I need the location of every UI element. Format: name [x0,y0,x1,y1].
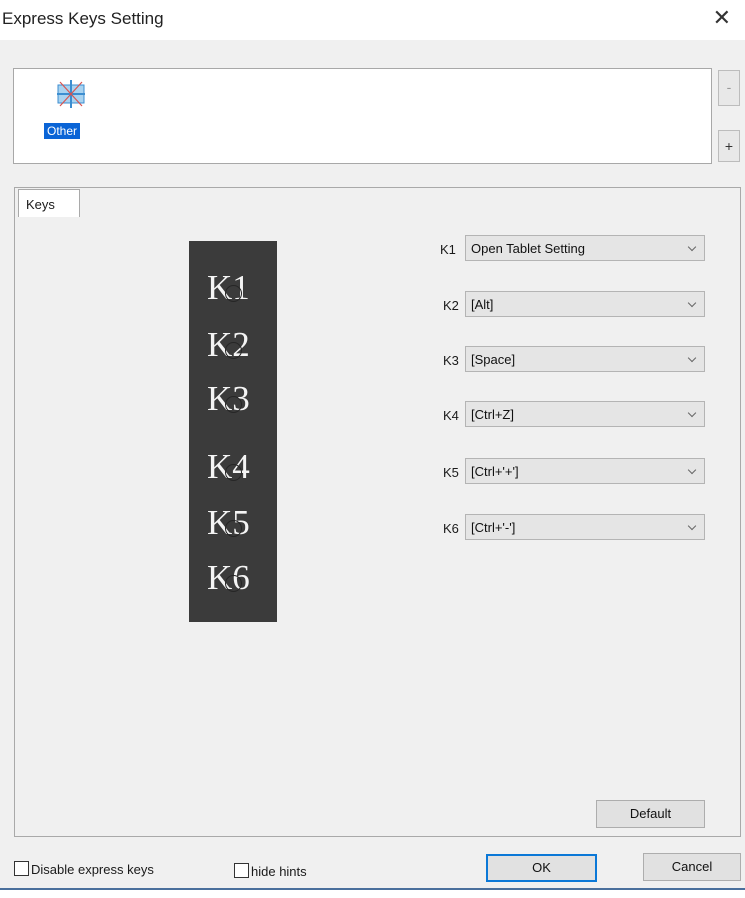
key-button-marker [225,575,242,592]
keys-panel [14,187,741,837]
key-label-k2: K2 [443,298,459,313]
device-key-k3: K3 [207,379,250,419]
window-title: Express Keys Setting [2,9,164,28]
device-key-k4: K4 [207,447,250,487]
k3-action-dropdown[interactable]: [Space] [465,346,705,372]
dropdown-value: [Space] [471,352,516,367]
remove-app-button[interactable]: - [718,70,740,106]
key-label-k5: K5 [443,465,459,480]
key-button-marker [225,396,242,413]
window-bottom-edge [0,890,745,898]
application-list: Other [13,68,712,164]
chevron-down-icon [687,353,697,363]
ok-button[interactable]: OK [486,854,597,882]
k5-action-dropdown[interactable]: [Ctrl+'+'] [465,458,705,484]
checkbox-label: hide hints [251,864,307,879]
disable-express-keys-checkbox[interactable]: Disable express keys [14,860,174,878]
close-icon[interactable]: ✕ [713,6,731,31]
key-label-k3: K3 [443,353,459,368]
key-label-k1: K1 [440,242,456,257]
key-button-marker [225,520,242,537]
dropdown-value: [Ctrl+'+'] [471,464,519,479]
device-key-k6: K6 [207,558,250,598]
app-item-other[interactable]: Other [44,75,94,153]
key-label-k4: K4 [443,408,459,423]
key-button-marker [225,342,242,359]
k2-action-dropdown[interactable]: [Alt] [465,291,705,317]
hide-hints-checkbox[interactable]: hide hints [234,862,324,880]
device-key-k1: K1 [207,268,250,308]
default-button[interactable]: Default [596,800,705,828]
k6-action-dropdown[interactable]: [Ctrl+'-'] [465,514,705,540]
key-button-marker [225,285,242,302]
chevron-down-icon [687,521,697,531]
key-label-k6: K6 [443,521,459,536]
chevron-down-icon [687,465,697,475]
title-bar: Express Keys Setting ✕ [0,0,745,40]
chevron-down-icon [687,408,697,418]
checkbox-label: Disable express keys [31,862,154,877]
chevron-down-icon [687,298,697,308]
other-app-icon [57,80,85,108]
app-item-label: Other [44,123,81,139]
chevron-down-icon [687,242,697,252]
add-app-button[interactable]: + [718,130,740,162]
dropdown-value: [Alt] [471,297,494,312]
key-button-marker [225,464,242,481]
device-key-k2: K2 [207,325,250,365]
tablet-key-diagram: K1 K2 K3 K4 K5 K6 [189,241,277,622]
cancel-button[interactable]: Cancel [643,853,741,881]
checkbox-box[interactable] [234,863,249,878]
k1-action-dropdown[interactable]: Open Tablet Setting [465,235,705,261]
dropdown-value: [Ctrl+Z] [471,407,514,422]
dropdown-value: Open Tablet Setting [471,241,585,256]
k4-action-dropdown[interactable]: [Ctrl+Z] [465,401,705,427]
dropdown-value: [Ctrl+'-'] [471,520,516,535]
device-key-k5: K5 [207,503,250,543]
checkbox-box[interactable] [14,861,29,876]
tab-keys[interactable]: Keys [18,189,80,217]
